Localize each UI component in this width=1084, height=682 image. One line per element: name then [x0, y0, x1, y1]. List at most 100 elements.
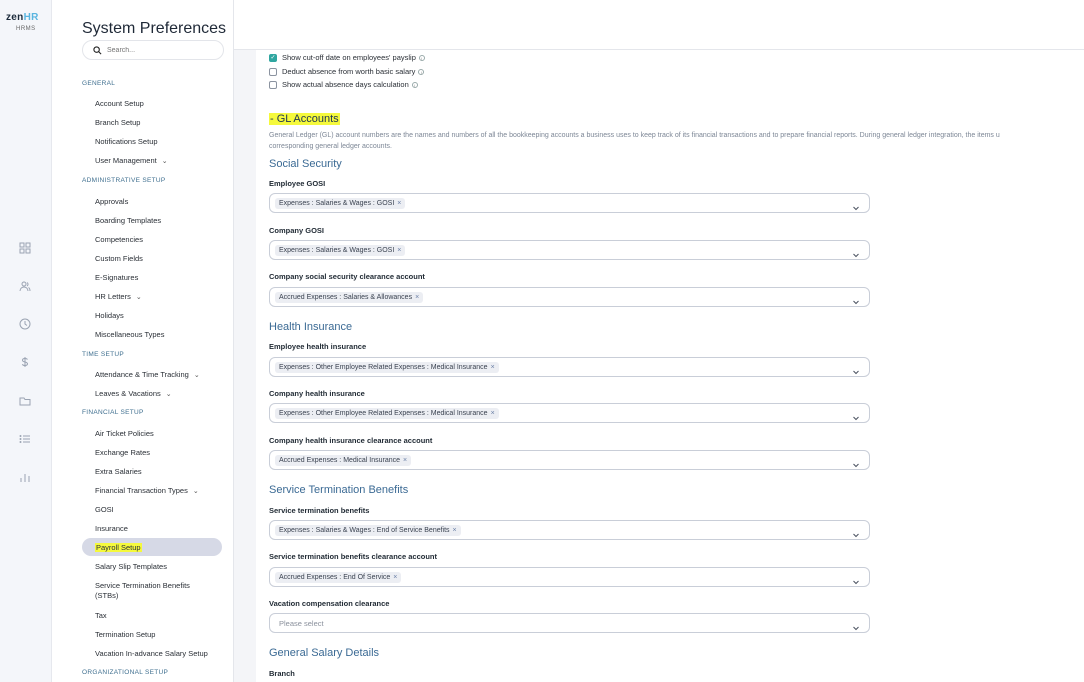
employee-gosi-select[interactable]: Expenses : Salaries & Wages : GOSI × [269, 193, 870, 213]
employee-health-label: Employee health insurance [269, 342, 367, 351]
search-icon [93, 45, 102, 54]
company-health-label: Company health insurance [269, 389, 365, 398]
sidebar-item-salary-slip-templates[interactable]: Salary Slip Templates [95, 562, 167, 571]
sidebar-item-custom-fields[interactable]: Custom Fields [95, 254, 143, 263]
group-service-termination: Service Termination Benefits [269, 484, 409, 496]
chevron-down-icon[interactable] [852, 573, 860, 585]
remove-icon[interactable]: × [403, 457, 407, 464]
chevron-down-icon[interactable] [852, 363, 860, 375]
employee-health-select[interactable]: Expenses : Other Employee Related Expens… [269, 357, 870, 377]
select-placeholder: Please select [279, 618, 324, 628]
company-gosi-select[interactable]: Expenses : Salaries & Wages : GOSI × [269, 240, 870, 260]
sidebar-item-competencies[interactable]: Competencies [95, 235, 143, 244]
sidebar-item-leaves[interactable]: Leaves & Vacations ⌄ [95, 389, 172, 398]
sidebar-item-insurance[interactable]: Insurance [95, 524, 128, 533]
chevron-down-icon: ⌄ [193, 372, 200, 379]
selected-chip: Accrued Expenses : Medical Insurance × [275, 454, 412, 466]
selected-chip: Accrued Expenses : End Of Service × [275, 571, 402, 583]
search-input[interactable] [107, 46, 217, 54]
remove-icon[interactable]: × [491, 364, 495, 371]
remove-icon[interactable]: × [397, 247, 401, 254]
stb-label: Service termination benefits [269, 506, 370, 515]
sidebar-item-stbs[interactable]: Service Termination Benefits (STBs) [95, 581, 190, 601]
sidebar-item-gosi[interactable]: GOSI [95, 505, 114, 514]
logo-subtitle: HRMS [16, 26, 36, 32]
remove-icon[interactable]: × [397, 200, 401, 207]
chevron-down-icon[interactable] [852, 293, 860, 305]
gl-accounts-title[interactable]: - GL Accounts [269, 113, 340, 125]
main-content: ✓ Show cut-off date on employees' paysli… [256, 50, 1084, 682]
sidebar-item-holidays[interactable]: Holidays [95, 311, 124, 320]
sidebar-item-exchange-rates[interactable]: Exchange Rates [95, 448, 150, 457]
sidebar-item-notifications-setup[interactable]: Notifications Setup [95, 137, 158, 146]
vacation-comp-label: Vacation compensation clearance [269, 599, 390, 608]
people-icon[interactable] [18, 279, 32, 293]
sidebar-title: System Preferences [82, 20, 227, 37]
settings-sidebar: System Preferences GENERAL Account Setup… [52, 0, 234, 682]
clock-icon[interactable] [18, 317, 32, 331]
section-financial: FINANCIAL SETUP [82, 409, 144, 416]
chevron-down-icon: ⌄ [165, 391, 172, 398]
sidebar-item-financial-transaction-types[interactable]: Financial Transaction Types ⌄ [95, 486, 199, 495]
remove-icon[interactable]: × [415, 294, 419, 301]
company-health-select[interactable]: Expenses : Other Employee Related Expens… [269, 403, 870, 423]
checkbox-actual-row[interactable]: Show actual absence days calculation i [269, 80, 418, 89]
remove-icon[interactable]: × [491, 410, 495, 417]
bar-chart-icon[interactable] [18, 470, 32, 484]
list-icon[interactable] [18, 432, 32, 446]
sidebar-item-miscellaneous-types[interactable]: Miscellaneous Types [95, 330, 164, 339]
info-icon[interactable]: i [418, 54, 425, 61]
selected-chip: Expenses : Salaries & Wages : GOSI × [275, 197, 406, 209]
folder-icon[interactable] [18, 394, 32, 408]
sidebar-item-attendance[interactable]: Attendance & Time Tracking ⌄ [95, 370, 200, 379]
remove-icon[interactable]: × [453, 527, 457, 534]
sidebar-item-air-ticket[interactable]: Air Ticket Policies [95, 429, 154, 438]
sidebar-item-payroll-setup[interactable]: Payroll Setup [95, 543, 142, 552]
sidebar-search[interactable] [82, 40, 224, 60]
sidebar-item-tax[interactable]: Tax [95, 611, 107, 620]
icon-rail: zenHR HRMS [0, 0, 52, 682]
checkbox-actual[interactable] [269, 80, 277, 89]
section-administrative: ADMINISTRATIVE SETUP [82, 177, 166, 184]
sidebar-item-user-management[interactable]: User Management ⌄ [95, 156, 168, 165]
vacation-comp-select[interactable]: Please select [269, 613, 870, 633]
info-icon[interactable]: i [411, 81, 418, 88]
sidebar-item-e-signatures[interactable]: E-Signatures [95, 273, 138, 282]
checkbox-deduct[interactable] [269, 67, 277, 76]
chevron-down-icon[interactable] [852, 199, 860, 211]
sidebar-item-account-setup[interactable]: Account Setup [95, 99, 144, 108]
branch-label: Branch [269, 669, 295, 678]
remove-icon[interactable]: × [393, 574, 397, 581]
selected-chip: Expenses : Other Employee Related Expens… [275, 361, 499, 373]
chevron-down-icon[interactable] [852, 619, 860, 631]
company-health-clearance-label: Company health insurance clearance accou… [269, 436, 433, 445]
selected-chip: Expenses : Salaries & Wages : End of Ser… [275, 524, 461, 536]
checkbox-cutoff[interactable]: ✓ [269, 53, 277, 62]
chevron-down-icon[interactable] [852, 246, 860, 258]
app-window: zenHR HRMS System Preferences GEN [0, 0, 1084, 682]
sidebar-item-hr-letters[interactable]: HR Letters ⌄ [95, 292, 142, 301]
sidebar-item-vacation-advance[interactable]: Vacation In-advance Salary Setup [95, 649, 208, 658]
section-time: TIME SETUP [82, 351, 125, 358]
checkbox-deduct-row[interactable]: Deduct absence from worth basic salary i [269, 67, 425, 76]
sidebar-item-extra-salaries[interactable]: Extra Salaries [95, 467, 142, 476]
stb-clearance-select[interactable]: Accrued Expenses : End Of Service × [269, 567, 870, 587]
sidebar-item-boarding-templates[interactable]: Boarding Templates [95, 216, 161, 225]
company-health-clearance-select[interactable]: Accrued Expenses : Medical Insurance × [269, 450, 870, 470]
chevron-down-icon[interactable] [852, 409, 860, 421]
sidebar-item-approvals[interactable]: Approvals [95, 197, 128, 206]
zenhr-logo[interactable]: zenHR [6, 12, 39, 23]
company-ss-clearance-select[interactable]: Accrued Expenses : Salaries & Allowances… [269, 287, 870, 307]
stb-select[interactable]: Expenses : Salaries & Wages : End of Ser… [269, 520, 870, 540]
sidebar-item-branch-setup[interactable]: Branch Setup [95, 118, 140, 127]
section-general: GENERAL [82, 80, 116, 87]
section-organizational: ORGANIZATIONAL SETUP [82, 669, 169, 676]
dollar-icon[interactable] [18, 355, 32, 369]
chevron-down-icon[interactable] [852, 526, 860, 538]
checkbox-cutoff-row[interactable]: ✓ Show cut-off date on employees' paysli… [269, 53, 425, 62]
info-icon[interactable]: i [418, 68, 425, 75]
chevron-down-icon[interactable] [852, 456, 860, 468]
grid-icon[interactable] [18, 241, 32, 255]
company-gosi-label: Company GOSI [269, 226, 325, 235]
sidebar-item-termination-setup[interactable]: Termination Setup [95, 630, 155, 639]
